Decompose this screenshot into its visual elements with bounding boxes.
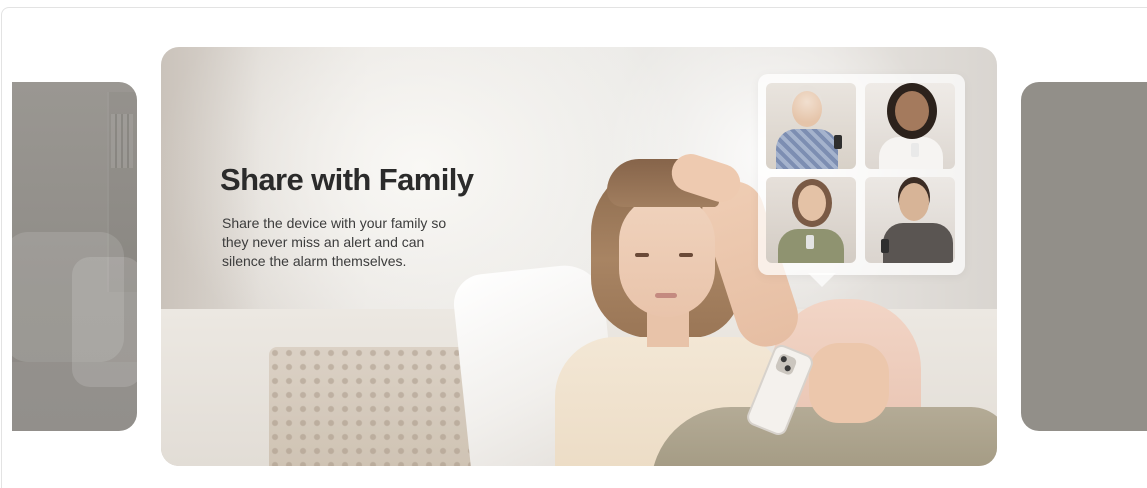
eye [635,253,649,257]
previous-slide[interactable] [12,82,137,431]
person-head [895,91,929,131]
camera-lens [774,352,798,377]
next-slide[interactable] [1021,82,1147,431]
mouth [655,293,677,298]
person-head [792,91,822,127]
eye [679,253,693,257]
slide-title: Share with Family [220,162,474,197]
family-member-tile [766,83,856,169]
slide-bg-couch [12,362,137,431]
active-slide: Share with Family Share the device with … [161,47,997,466]
phone-icon [911,143,919,157]
person-body [776,129,838,169]
phone-icon [834,135,842,149]
hand [809,343,889,423]
phone-icon [806,235,814,249]
slide-description: Share the device with your family so the… [222,215,447,269]
family-grid-icon [758,74,965,287]
face [619,195,715,317]
slide-bg-books [111,114,133,168]
carousel-frame: Share with Family Share the device with … [1,7,1147,488]
family-member-tile [766,177,856,263]
person-head [899,183,929,221]
phone-icon [881,239,889,253]
person-body [883,223,953,263]
family-member-tile [865,177,955,263]
slide-bg-cushion [269,347,474,466]
person-head [798,185,826,221]
family-member-tile [865,83,955,169]
